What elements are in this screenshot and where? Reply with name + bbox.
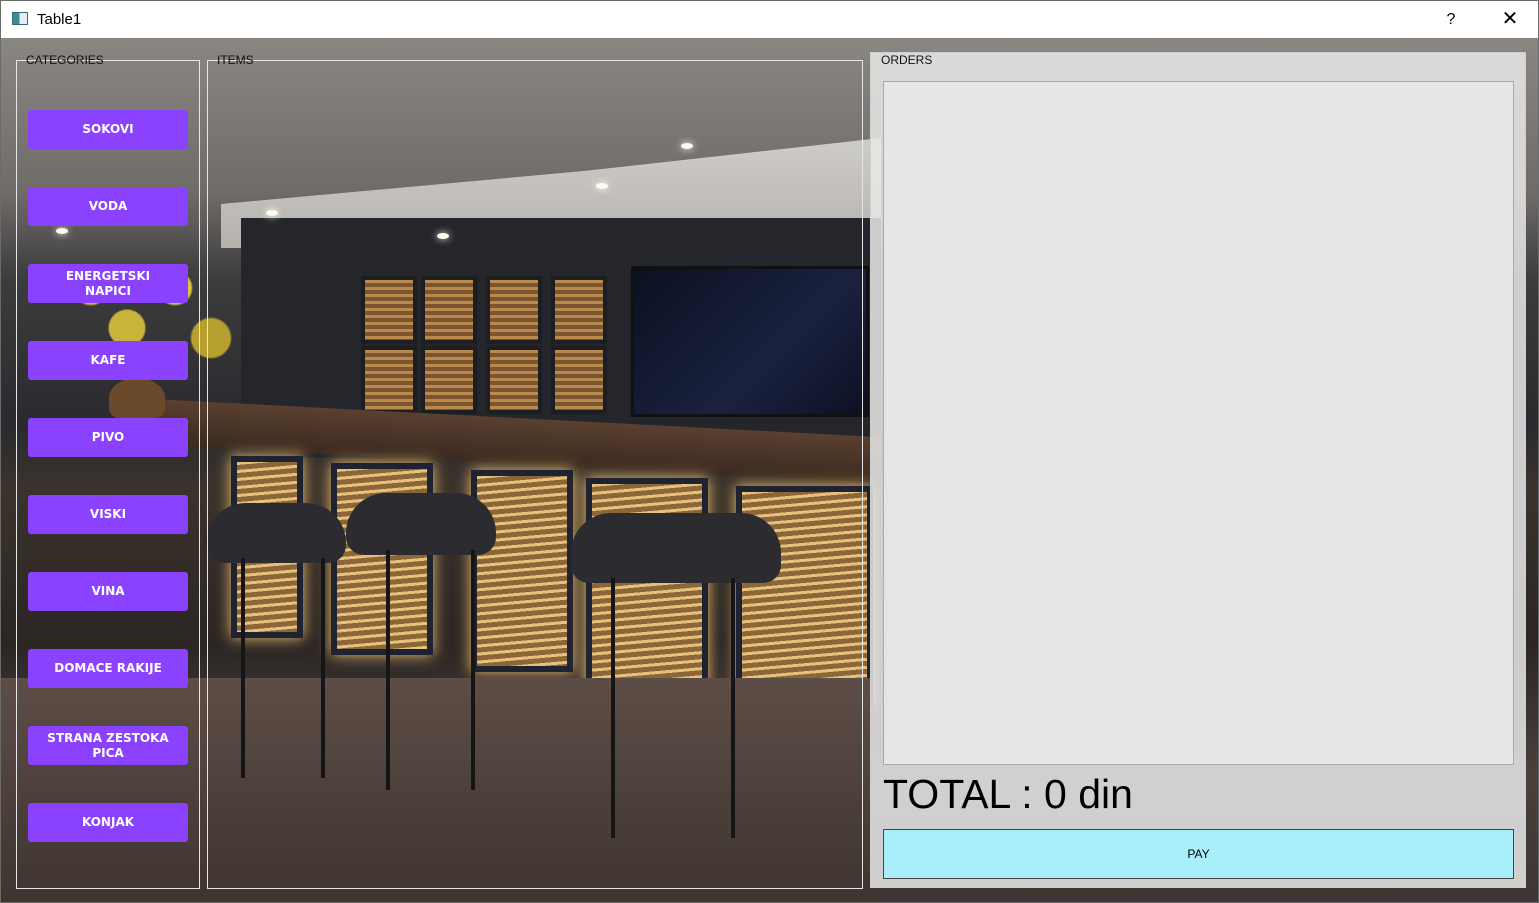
app-icon (12, 12, 28, 25)
orders-group: ORDERS TOTAL : 0 din PAY (870, 52, 1526, 888)
client-area: CATEGORIES ITEMS SOKOVI VODA ENERGETSKI … (1, 38, 1538, 902)
category-button-sokovi[interactable]: SOKOVI (28, 110, 188, 149)
category-button-domace-rakije[interactable]: DOMACE RAKIJE (28, 649, 188, 688)
category-button-viski[interactable]: VISKI (28, 495, 188, 534)
total-label: TOTAL : 0 din (883, 771, 1133, 817)
category-button-voda[interactable]: VODA (28, 187, 188, 226)
category-button-pivo[interactable]: PIVO (28, 418, 188, 457)
category-button-kafe[interactable]: KAFE (28, 341, 188, 380)
items-title: ITEMS (217, 53, 254, 67)
categories-title: CATEGORIES (26, 53, 104, 67)
category-button-strana-zestoka-pica[interactable]: STRANA ZESTOKA PICA (28, 726, 188, 765)
close-button[interactable]: ✕ (1482, 1, 1538, 38)
main-window: Table1 ? ✕ CATEGORIES ITEMS SOKOVI VODA … (0, 0, 1539, 903)
orders-list[interactable] (883, 81, 1514, 765)
category-button-energetski-napici[interactable]: ENERGETSKI NAPICI (28, 264, 188, 303)
items-group: ITEMS (207, 53, 863, 889)
category-button-vina[interactable]: VINA (28, 572, 188, 611)
window-title: Table1 (37, 11, 82, 28)
help-button[interactable]: ? (1423, 1, 1479, 38)
title-bar[interactable]: Table1 ? ✕ (1, 1, 1538, 38)
pay-button[interactable]: PAY (883, 829, 1514, 879)
orders-title: ORDERS (881, 53, 933, 67)
category-button-konjak[interactable]: KONJAK (28, 803, 188, 842)
